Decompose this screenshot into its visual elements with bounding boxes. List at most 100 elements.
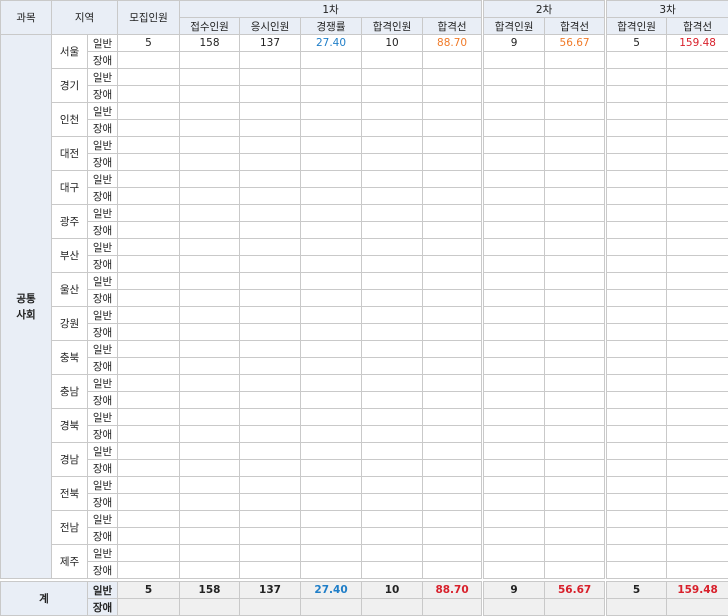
total-recruit: 5	[118, 582, 180, 599]
cell-passers1	[362, 307, 423, 324]
cell-cutoff1	[423, 69, 483, 86]
cell-passers2	[483, 324, 545, 341]
cell-cutoff3	[667, 494, 728, 511]
region-row-15-disabled: 장애	[1, 562, 728, 579]
header-applicants: 접수인원	[180, 18, 240, 35]
region-row-14-disabled: 장애	[1, 528, 728, 545]
cell-passers1	[362, 460, 423, 477]
region-row-10-general: 충남일반	[1, 375, 728, 392]
cell-recruit	[118, 460, 180, 477]
type-general: 일반	[88, 205, 118, 222]
cell-cutoff3	[667, 222, 728, 239]
cell-passers1	[362, 426, 423, 443]
region-row-6-general: 부산일반	[1, 239, 728, 256]
cell-applicants	[180, 562, 240, 579]
cell-applicants	[180, 443, 240, 460]
cell-passers2	[483, 477, 545, 494]
header-competition: 경쟁률	[301, 18, 362, 35]
cell-cutoff3	[667, 273, 728, 290]
cell-cutoff3	[667, 239, 728, 256]
cell-passers1	[362, 477, 423, 494]
type-disabled: 장애	[88, 494, 118, 511]
cell-cutoff2	[545, 375, 606, 392]
cell-passers1	[362, 154, 423, 171]
cell-takers	[240, 256, 301, 273]
region-name: 대전	[52, 137, 88, 171]
region-row-14-general: 전남일반	[1, 511, 728, 528]
cell-takers	[240, 443, 301, 460]
type-general: 일반	[88, 409, 118, 426]
cell-cutoff3	[667, 69, 728, 86]
cell-passers2	[483, 222, 545, 239]
cell-takers	[240, 171, 301, 188]
cell-applicants	[180, 290, 240, 307]
cell-cutoff2	[545, 443, 606, 460]
cell-cutoff1	[423, 103, 483, 120]
cell-takers	[240, 358, 301, 375]
cell-passers3	[606, 86, 667, 103]
cell-applicants	[180, 511, 240, 528]
cell-recruit	[118, 52, 180, 69]
cell-passers1	[362, 358, 423, 375]
type-disabled: 장애	[88, 290, 118, 307]
region-name: 경북	[52, 409, 88, 443]
header-stage1: 1차	[180, 1, 483, 18]
type-general: 일반	[88, 69, 118, 86]
cell-takers	[240, 307, 301, 324]
cell-recruit	[118, 562, 180, 579]
cell-cutoff3	[667, 545, 728, 562]
cell-recruit	[118, 545, 180, 562]
cell-cutoff2	[545, 426, 606, 443]
cell-applicants	[180, 222, 240, 239]
cell-recruit	[118, 494, 180, 511]
cell-takers	[240, 562, 301, 579]
cell-passers1	[362, 52, 423, 69]
cell-passers2	[483, 392, 545, 409]
type-disabled: 장애	[88, 222, 118, 239]
cell-passers3	[606, 460, 667, 477]
cell-cutoff2	[545, 528, 606, 545]
cell-cutoff1	[423, 392, 483, 409]
cell-cutoff3	[667, 375, 728, 392]
cell-passers2	[483, 562, 545, 579]
cell-passers3: 5	[606, 35, 667, 52]
subject-name: 공통사회	[1, 35, 52, 579]
cell-takers	[240, 86, 301, 103]
region-row-0-general: 공통사회서울일반515813727.401088.70956.675159.48	[1, 35, 728, 52]
cell-passers2	[483, 409, 545, 426]
cell-applicants	[180, 375, 240, 392]
region-row-11-disabled: 장애	[1, 426, 728, 443]
cell-passers2	[483, 426, 545, 443]
cell-cutoff2	[545, 477, 606, 494]
cell-applicants	[180, 545, 240, 562]
cell-competition	[301, 392, 362, 409]
cell-takers	[240, 324, 301, 341]
type-general: 일반	[88, 443, 118, 460]
cell-recruit: 5	[118, 35, 180, 52]
cell-takers	[240, 103, 301, 120]
cell-cutoff3	[667, 392, 728, 409]
region-row-5-disabled: 장애	[1, 222, 728, 239]
cell-passers2	[483, 358, 545, 375]
cell-passers2	[483, 528, 545, 545]
cell-passers3	[606, 52, 667, 69]
cell-cutoff1	[423, 545, 483, 562]
cell-recruit	[118, 222, 180, 239]
region-row-4-general: 대구일반	[1, 171, 728, 188]
cell-passers1	[362, 188, 423, 205]
cell-competition	[301, 256, 362, 273]
cell-recruit	[118, 205, 180, 222]
type-general: 일반	[88, 137, 118, 154]
cell-passers1	[362, 324, 423, 341]
cell-cutoff1	[423, 358, 483, 375]
cell-cutoff2	[545, 103, 606, 120]
cell-competition	[301, 460, 362, 477]
type-general: 일반	[88, 35, 118, 52]
cell-takers	[240, 426, 301, 443]
cell-passers2	[483, 154, 545, 171]
cell-passers1	[362, 171, 423, 188]
cell-passers2: 9	[483, 35, 545, 52]
region-name: 인천	[52, 103, 88, 137]
cell-competition	[301, 324, 362, 341]
cell-recruit	[118, 188, 180, 205]
